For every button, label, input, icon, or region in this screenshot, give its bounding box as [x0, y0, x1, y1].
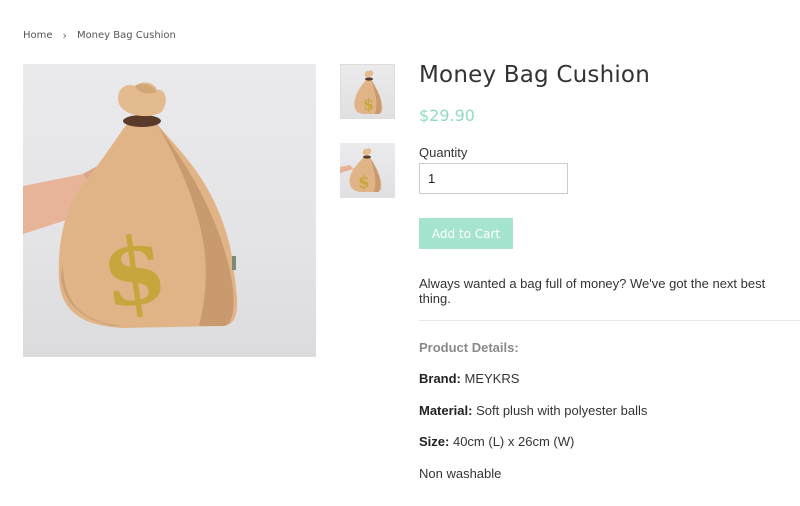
breadcrumb-home-link[interactable]: Home — [23, 30, 53, 41]
quantity-input[interactable] — [419, 163, 568, 194]
detail-material-label: Material: — [419, 403, 473, 418]
product-thumbnail-1[interactable]: $ — [340, 64, 395, 119]
quantity-label: Quantity — [419, 145, 468, 160]
product-description: Always wanted a bag full of money? We've… — [419, 276, 766, 306]
money-bag-thumbnail-icon: $ — [340, 148, 382, 193]
product-price: $29.90 — [419, 106, 475, 125]
detail-size: Size: 40cm (L) x 26cm (W) — [419, 434, 574, 449]
money-bag-image: $ — [23, 82, 238, 330]
detail-brand: Brand: MEYKRS — [419, 371, 519, 386]
product-details-heading: Product Details: — [419, 340, 519, 355]
detail-material-value: Soft plush with polyester balls — [476, 403, 648, 418]
divider — [419, 320, 800, 321]
detail-material: Material: Soft plush with polyester ball… — [419, 403, 647, 418]
breadcrumb-separator-icon: › — [62, 29, 67, 42]
detail-brand-value: MEYKRS — [464, 371, 520, 386]
breadcrumb-current: Money Bag Cushion — [76, 30, 176, 41]
money-bag-thumbnail-icon: $ — [354, 70, 383, 114]
product-main-image[interactable]: $ — [23, 64, 316, 357]
detail-care: Non washable — [419, 466, 502, 481]
detail-brand-label: Brand: — [419, 371, 461, 386]
svg-text:$: $ — [363, 95, 374, 114]
product-thumbnail-2[interactable]: $ — [340, 143, 395, 198]
detail-size-label: Size: — [419, 434, 450, 449]
breadcrumb: Home › Money Bag Cushion — [23, 29, 176, 42]
product-title: Money Bag Cushion — [419, 62, 650, 88]
add-to-cart-button[interactable]: Add to Cart — [419, 218, 513, 249]
svg-text:$: $ — [358, 173, 370, 193]
detail-size-value: 40cm (L) x 26cm (W) — [452, 434, 575, 449]
